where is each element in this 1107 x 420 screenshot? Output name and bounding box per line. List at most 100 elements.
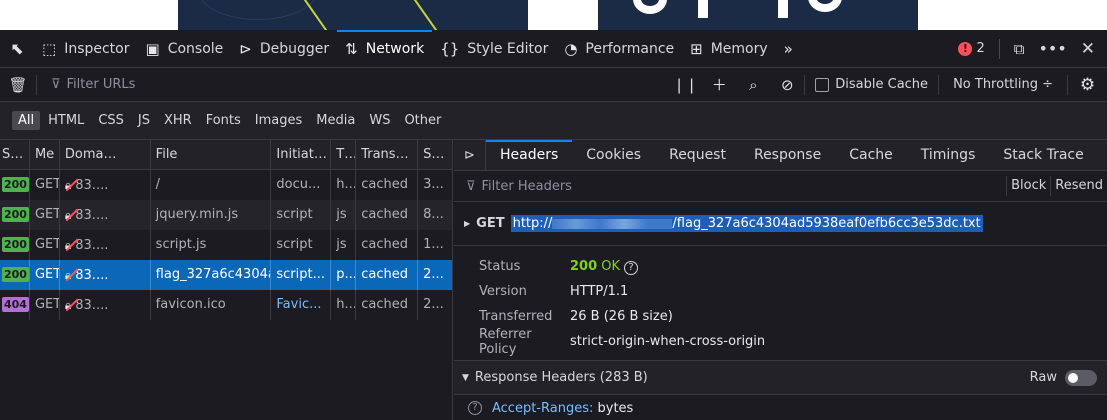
request-url-line[interactable]: ▶ GET http:// /flag_327a6c4304ad5938eaf0e… <box>454 202 1107 246</box>
tab-request[interactable]: Request <box>655 140 740 171</box>
gear-icon[interactable]: ⚙ <box>1067 74 1107 95</box>
type-filter-js[interactable]: JS <box>132 111 156 130</box>
tab-stack-trace[interactable]: Stack Trace <box>989 140 1097 171</box>
redacted-host <box>552 218 673 229</box>
column-header-domain[interactable]: Doma… <box>60 140 151 170</box>
type-filter-fonts[interactable]: Fonts <box>200 111 247 130</box>
more-tools-button[interactable]: » <box>776 30 801 68</box>
domain-cell: 🔒︎ 83.... <box>60 170 151 200</box>
type-filter-html[interactable]: HTML <box>42 111 90 130</box>
filter-urls-placeholder: Filter URLs <box>66 77 136 92</box>
table-row[interactable]: 404 GET 🔒︎ 83.... favicon.ico Favic... h.… <box>0 290 452 320</box>
type-cell: js <box>331 230 357 260</box>
tab-response[interactable]: Response <box>740 140 835 171</box>
type-filter-other[interactable]: Other <box>398 111 447 130</box>
column-header-transferred[interactable]: Trans… <box>356 140 419 170</box>
toggle-sidebar-icon[interactable]: ⊳ <box>454 139 486 171</box>
status-cell: 200 <box>0 170 30 200</box>
pause-icon[interactable]: ❘❘ <box>668 76 702 94</box>
file-cell: flag_327a6c4304ad5938eaf0efb6cc3e53dc.tx… <box>151 260 272 290</box>
method-cell: GET <box>30 170 60 200</box>
expand-arrow-icon[interactable]: ▶ <box>464 219 470 228</box>
tab-performance[interactable]: ◔ Performance <box>556 30 682 68</box>
size-cell: 2... <box>423 267 444 282</box>
type-filter-xhr[interactable]: XHR <box>158 111 198 130</box>
tab-headers[interactable]: Headers <box>486 139 573 171</box>
tab-memory[interactable]: ⊞ Memory <box>682 30 776 68</box>
column-header-status[interactable]: S… <box>0 140 30 170</box>
request-url[interactable]: http:// /flag_327a6c4304ad5938eaf0efb6cc3… <box>510 215 983 232</box>
add-icon[interactable]: ＋ <box>702 74 736 95</box>
url-prefix: http:// <box>512 216 553 231</box>
error-icon: ! <box>958 41 973 56</box>
column-header-type[interactable]: T… <box>331 140 357 170</box>
tab-style-editor[interactable]: {} Style Editor <box>432 30 556 68</box>
initiator-cell[interactable]: Favic... <box>271 290 332 320</box>
help-icon[interactable]: ? <box>468 401 482 415</box>
tab-label: Performance <box>585 40 675 57</box>
column-header-initiator[interactable]: Initiat… <box>271 140 332 170</box>
type-cell: h... <box>331 290 357 320</box>
block-icon[interactable]: ⊘ <box>770 76 804 94</box>
domain-text: 83.... <box>75 238 109 253</box>
table-row[interactable]: 200 GET 🔒︎ 83.... script.js script js cac… <box>0 230 452 260</box>
transferred-cell: cached <box>356 260 419 290</box>
tab-timings[interactable]: Timings <box>907 140 990 171</box>
transferred-cell: cached <box>356 200 419 230</box>
error-count-badge[interactable]: ! 2 <box>958 41 985 56</box>
tab-inspector[interactable]: ⬚ Inspector <box>34 30 138 68</box>
filter-urls-input[interactable]: ⊽ Filter URLs <box>36 74 656 95</box>
block-button[interactable]: Block <box>1006 176 1050 196</box>
header-name: Accept-Ranges: <box>492 400 594 416</box>
element-picker-icon[interactable]: ⬉ <box>0 30 34 68</box>
type-filter-ws[interactable]: WS <box>363 111 396 130</box>
transferred-cell: cached <box>356 170 419 200</box>
help-icon[interactable]: ? <box>624 260 639 275</box>
summary-row-version: Version HTTP/1.1 <box>454 279 1107 304</box>
disable-cache-checkbox[interactable]: Disable Cache <box>804 74 940 95</box>
domain-cell: 🔒︎ 83.... <box>60 290 151 320</box>
summary-value: HTTP/1.1 <box>570 284 629 299</box>
type-cell: js <box>331 200 357 230</box>
status-cell: 200 <box>0 230 30 260</box>
status-cell: 200 <box>0 260 30 290</box>
raw-toggle[interactable] <box>1065 369 1097 386</box>
resend-button[interactable]: Resend <box>1050 176 1107 196</box>
table-row-selected[interactable]: 200 GET 🔒︎83.... flag_327a6c4304ad5938ea… <box>0 260 452 290</box>
memory-icon: ⊞ <box>690 39 703 58</box>
dock-toggle-icon[interactable]: ⧉ <box>1014 40 1025 58</box>
status-code: 200 <box>570 258 598 274</box>
table-row[interactable]: 200 GET 🔒︎ 83.... / docu... h... cached 3… <box>0 170 452 200</box>
type-filter-all[interactable]: All <box>12 111 41 130</box>
tab-network[interactable]: ⇅ Network <box>337 29 433 68</box>
column-header-size[interactable]: S… <box>418 140 452 170</box>
search-icon[interactable]: ⌕ <box>736 76 770 94</box>
tab-debugger[interactable]: ⊳ Debugger <box>231 30 337 68</box>
clear-requests-icon[interactable]: 🗑 <box>0 76 36 94</box>
tab-label: Memory <box>710 40 768 57</box>
tab-console[interactable]: ▣ Console <box>138 30 232 68</box>
type-cell: h... <box>331 170 357 200</box>
insecure-lock-icon: 🔒︎ <box>64 298 72 312</box>
response-headers-section[interactable]: ▼ Response Headers (283 B) Raw <box>454 361 1107 395</box>
table-row[interactable]: 200 GET 🔒︎ 83.... jquery.min.js script js… <box>0 200 452 230</box>
tab-cookies[interactable]: Cookies <box>572 140 655 171</box>
tab-cache[interactable]: Cache <box>835 140 907 171</box>
debugger-icon: ⊳ <box>239 39 252 58</box>
more-options-icon[interactable]: ••• <box>1038 39 1066 58</box>
type-filter-css[interactable]: CSS <box>92 111 130 130</box>
type-filter-media[interactable]: Media <box>310 111 361 130</box>
filter-headers-input[interactable]: ⊽ Filter Headers Block Resend <box>454 171 1107 202</box>
column-header-file[interactable]: File <box>151 140 272 170</box>
throttling-select[interactable]: No Throttling ÷ <box>939 77 1067 92</box>
summary-row-referrer-policy: Referrer Policy strict-origin-when-cross… <box>454 327 1107 357</box>
type-cell: p... <box>331 260 357 290</box>
column-header-method[interactable]: Me <box>30 140 60 170</box>
close-icon[interactable]: ✕ <box>1081 39 1095 59</box>
collapse-arrow-icon[interactable]: ▼ <box>462 373 469 383</box>
domain-text: 83.... <box>75 178 109 193</box>
initiator-cell: script <box>271 200 332 230</box>
domain-text: 83.... <box>75 298 109 313</box>
type-filter-images[interactable]: Images <box>249 111 309 130</box>
summary-value: 26 B (26 B size) <box>570 309 673 324</box>
